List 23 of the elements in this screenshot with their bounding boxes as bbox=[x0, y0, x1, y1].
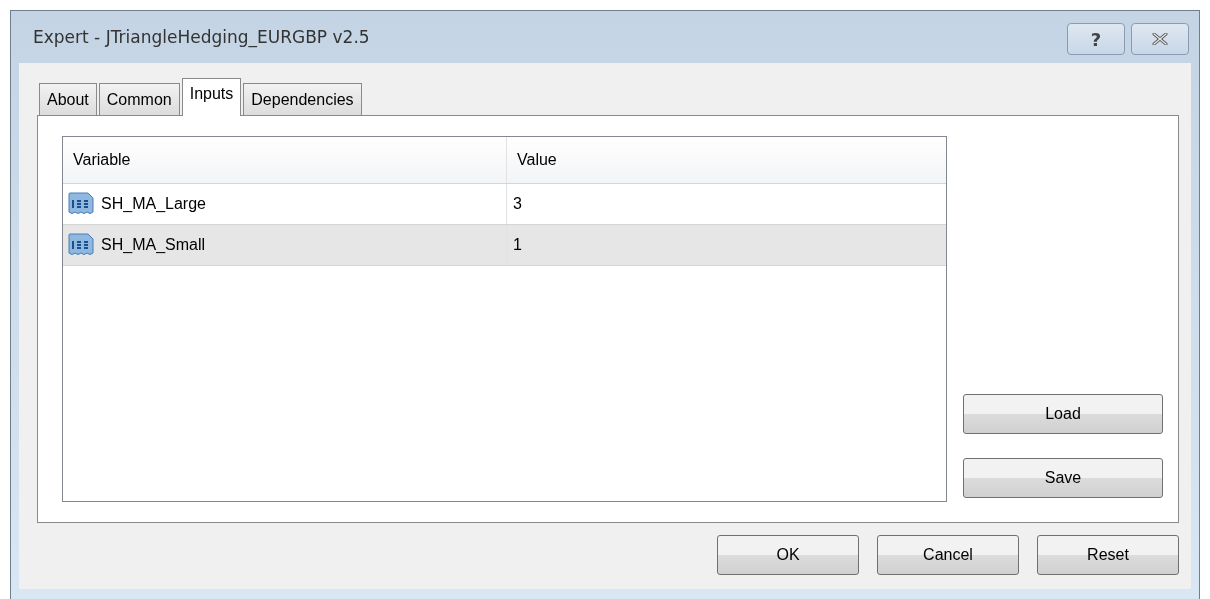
dialog-button[interactable]: OK bbox=[717, 535, 859, 575]
window-title: Expert - JTriangleHedging_EURGBP v2.5 bbox=[33, 27, 370, 47]
variable-name: SH_MA_Small bbox=[101, 236, 206, 254]
variable-name: SH_MA_Large bbox=[101, 195, 206, 213]
table-cell-text: 3 bbox=[512, 194, 523, 214]
table-row[interactable]: SH_MA_Large 3 bbox=[63, 184, 946, 225]
help-button[interactable]: ? bbox=[1067, 23, 1125, 55]
dialog-button[interactable]: Cancel bbox=[877, 535, 1019, 575]
column-header[interactable]: Variable bbox=[63, 137, 507, 183]
column-header[interactable]: Value bbox=[507, 137, 946, 183]
table-row[interactable]: SH_MA_Small 1 bbox=[63, 225, 946, 266]
close-button[interactable] bbox=[1131, 23, 1189, 55]
number-icon bbox=[68, 233, 94, 257]
table-cell-text: 1 bbox=[512, 235, 523, 255]
close-icon bbox=[1152, 33, 1168, 45]
tab[interactable]: About bbox=[39, 83, 97, 115]
file-button[interactable]: Save bbox=[963, 458, 1163, 498]
tab[interactable]: Dependencies bbox=[243, 83, 362, 115]
tab[interactable]: Inputs bbox=[181, 78, 242, 116]
dialog-button[interactable]: Reset bbox=[1037, 535, 1179, 575]
file-button[interactable]: Load bbox=[963, 394, 1163, 434]
tab[interactable]: Common bbox=[98, 83, 180, 115]
number-icon bbox=[68, 192, 94, 216]
